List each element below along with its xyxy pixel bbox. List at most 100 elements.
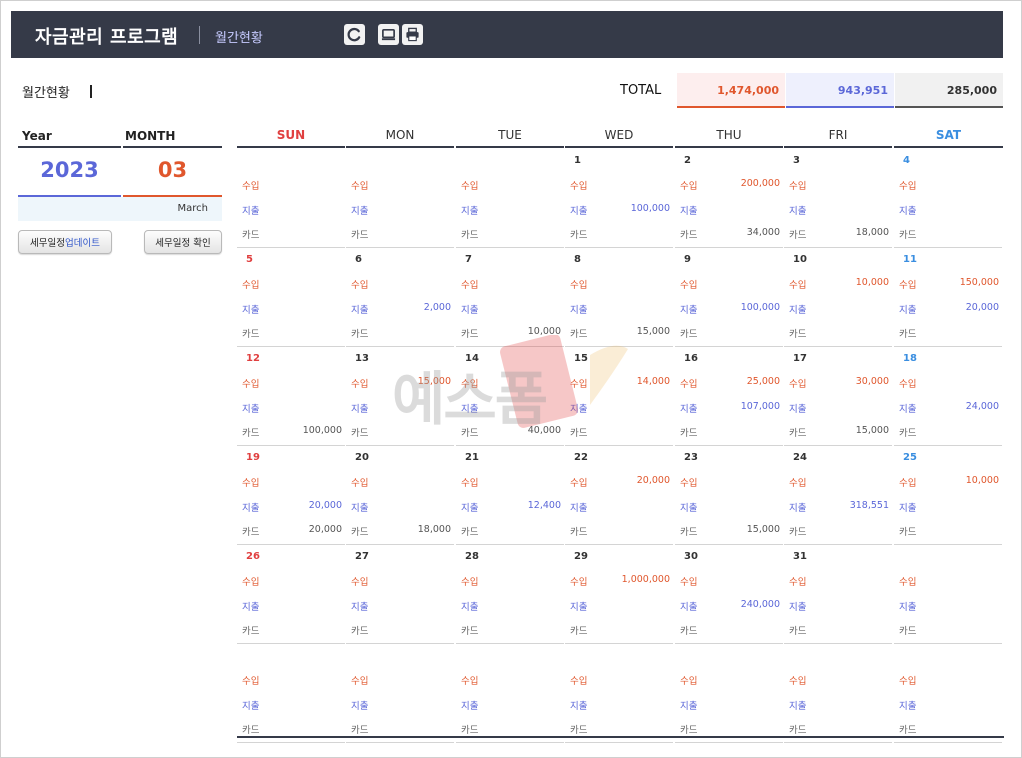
- calendar-day-cell[interactable]: 29 수입 1,000,000 지출 카드: [565, 545, 673, 644]
- day-number: 28: [465, 551, 479, 562]
- calendar-day-cell[interactable]: 3 수입 지출 카드 18,000: [784, 149, 892, 248]
- card-row: 카드: [351, 227, 451, 241]
- day-number: 4: [903, 155, 910, 166]
- calendar-day-cell[interactable]: 26 수입 지출 카드: [237, 545, 345, 644]
- month-input[interactable]: 03: [123, 158, 222, 182]
- tax-schedule-update-prefix: 세무일정: [30, 238, 65, 249]
- card-label: 카드: [899, 725, 917, 736]
- calendar-day-cell[interactable]: 수입 지출 카드: [894, 644, 1002, 743]
- calendar-day-cell[interactable]: 수입지출카드: [346, 149, 454, 248]
- expense-amount: 100,000: [630, 203, 670, 214]
- calendar-day-cell[interactable]: 수입 지출 카드: [237, 149, 345, 248]
- calendar-day-cell[interactable]: 18 수입 지출 24,000 카드: [894, 347, 1002, 446]
- calendar-day-cell[interactable]: 7 수입 지출 카드 10,000: [456, 248, 564, 347]
- income-amount: 10,000: [965, 475, 999, 486]
- income-label: 수입: [351, 577, 369, 588]
- expense-row: 지출: [351, 203, 451, 217]
- day-number: 26: [246, 551, 260, 562]
- tax-schedule-check-button[interactable]: 세무일정 확인: [144, 230, 222, 254]
- income-amount: 150,000: [959, 277, 999, 288]
- card-row: 카드: [680, 425, 780, 439]
- refresh-icon[interactable]: [344, 24, 365, 45]
- calendar-day-cell[interactable]: 수입 지출 카드: [456, 149, 564, 248]
- print-icon[interactable]: [402, 24, 423, 45]
- calendar-day-cell[interactable]: 22 수입 20,000 지출 카드: [565, 446, 673, 545]
- calendar-day-cell[interactable]: 수입 지출 카드: [565, 644, 673, 743]
- card-label: 카드: [351, 725, 369, 736]
- expense-row: 지출 107,000: [680, 401, 780, 415]
- card-row: 카드: [899, 326, 999, 340]
- year-input[interactable]: 2023: [18, 158, 121, 182]
- expense-row: 지출 100,000: [570, 203, 670, 217]
- calendar-day-cell[interactable]: 수입 지출 카드: [784, 644, 892, 743]
- calendar-day-cell[interactable]: 9 수입 지출 100,000 카드: [675, 248, 783, 347]
- calendar-day-cell[interactable]: 수입 지출 카드: [456, 644, 564, 743]
- calendar-day-cell[interactable]: 5 수입 지출 카드: [237, 248, 345, 347]
- card-label: 카드: [242, 725, 260, 736]
- header-subtitle: 월간현황: [215, 31, 263, 46]
- calendar-day-cell[interactable]: 4 수입 지출 카드: [894, 149, 1002, 248]
- day-number: 17: [793, 353, 807, 364]
- income-row: 수입: [242, 376, 342, 390]
- expense-row: 지출 12,400: [461, 500, 561, 514]
- day-number: 18: [903, 353, 917, 364]
- calendar-day-cell[interactable]: 25 수입 10,000 지출 카드: [894, 446, 1002, 545]
- calendar-day-cell[interactable]: 2 수입 200,000 지출 카드 34,000: [675, 149, 783, 248]
- calendar-day-cell[interactable]: 수입 지출 카드: [237, 644, 345, 743]
- calendar-day-cell[interactable]: 15 수입 14,000 지출 카드: [565, 347, 673, 446]
- card-amount: 40,000: [527, 425, 561, 436]
- expense-label: 지출: [351, 503, 369, 514]
- income-row: 수입: [680, 574, 780, 588]
- income-row: 수입: [351, 178, 451, 192]
- tax-schedule-update-button[interactable]: 세무일정 업데이트: [18, 230, 112, 254]
- calendar-day-cell[interactable]: 수입 지출 카드: [894, 545, 1002, 644]
- calendar-day-cell[interactable]: 1 수입 지출 100,000 카드: [565, 149, 673, 248]
- calendar-day-cell[interactable]: 13 수입 15,000 지출 카드: [346, 347, 454, 446]
- expense-label: 지출: [789, 701, 807, 712]
- calendar-day-cell[interactable]: 수입 지출 카드: [675, 644, 783, 743]
- income-row: 수입 30,000: [789, 376, 889, 390]
- income-row: 수입: [570, 673, 670, 687]
- year-label-underline: [18, 146, 121, 148]
- calendar-day-cell[interactable]: 10 수입 10,000 지출 카드: [784, 248, 892, 347]
- calendar-day-cell[interactable]: 20 수입 지출 카드 18,000: [346, 446, 454, 545]
- calendar-day-cell[interactable]: 8 수입 지출 카드 15,000: [565, 248, 673, 347]
- expense-label: 지출: [570, 305, 588, 316]
- calendar-day-cell[interactable]: 19 수입 지출 20,000 카드 20,000: [237, 446, 345, 545]
- expense-row: 지출: [570, 599, 670, 613]
- card-row: 카드: [570, 425, 670, 439]
- calendar-day-cell[interactable]: 31 수입 지출 카드: [784, 545, 892, 644]
- calendar-day-cell[interactable]: 23 수입 지출 카드 15,000: [675, 446, 783, 545]
- card-amount: 100,000: [302, 425, 342, 436]
- expense-row: 지출: [570, 500, 670, 514]
- card-label: 카드: [789, 428, 807, 439]
- calendar-day-cell[interactable]: 27 수입 지출 카드: [346, 545, 454, 644]
- expense-row: 지출: [789, 599, 889, 613]
- income-row: 수입: [570, 277, 670, 291]
- card-label: 카드: [570, 527, 588, 538]
- expense-row: 지출: [351, 698, 451, 712]
- calendar-day-cell[interactable]: 12 수입 지출 카드 100,000: [237, 347, 345, 446]
- calendar-day-cell[interactable]: 14 수입 지출 카드 40,000: [456, 347, 564, 446]
- calendar-day-cell[interactable]: 21 수입 지출 12,400 카드: [456, 446, 564, 545]
- income-label: 수입: [789, 181, 807, 192]
- income-row: 수입 10,000: [789, 277, 889, 291]
- calendar-day-cell[interactable]: 11 수입 150,000 지출 20,000 카드: [894, 248, 1002, 347]
- expense-label: 지출: [899, 206, 917, 217]
- calendar-day-cell[interactable]: 6 수입 지출 2,000 카드: [346, 248, 454, 347]
- calendar-day-cell[interactable]: 24 수입 지출 318,551 카드: [784, 446, 892, 545]
- expense-amount: 318,551: [849, 500, 889, 511]
- income-row: 수입: [461, 376, 561, 390]
- calendar-day-cell[interactable]: 17 수입 30,000 지출 카드 15,000: [784, 347, 892, 446]
- expense-row: 지출: [570, 401, 670, 415]
- monitor-icon[interactable]: [378, 24, 399, 45]
- calendar-day-cell[interactable]: 28 수입 지출 카드: [456, 545, 564, 644]
- expense-label: 지출: [789, 206, 807, 217]
- card-label: 카드: [570, 329, 588, 340]
- income-label: 수입: [680, 577, 698, 588]
- day-number: 25: [903, 452, 917, 463]
- calendar-day-cell[interactable]: 수입 지출 카드: [346, 644, 454, 743]
- calendar-day-cell[interactable]: 30 수입 지출 240,000 카드: [675, 545, 783, 644]
- calendar-day-cell[interactable]: 16 수입 25,000 지출 107,000 카드: [675, 347, 783, 446]
- expense-label: 지출: [899, 701, 917, 712]
